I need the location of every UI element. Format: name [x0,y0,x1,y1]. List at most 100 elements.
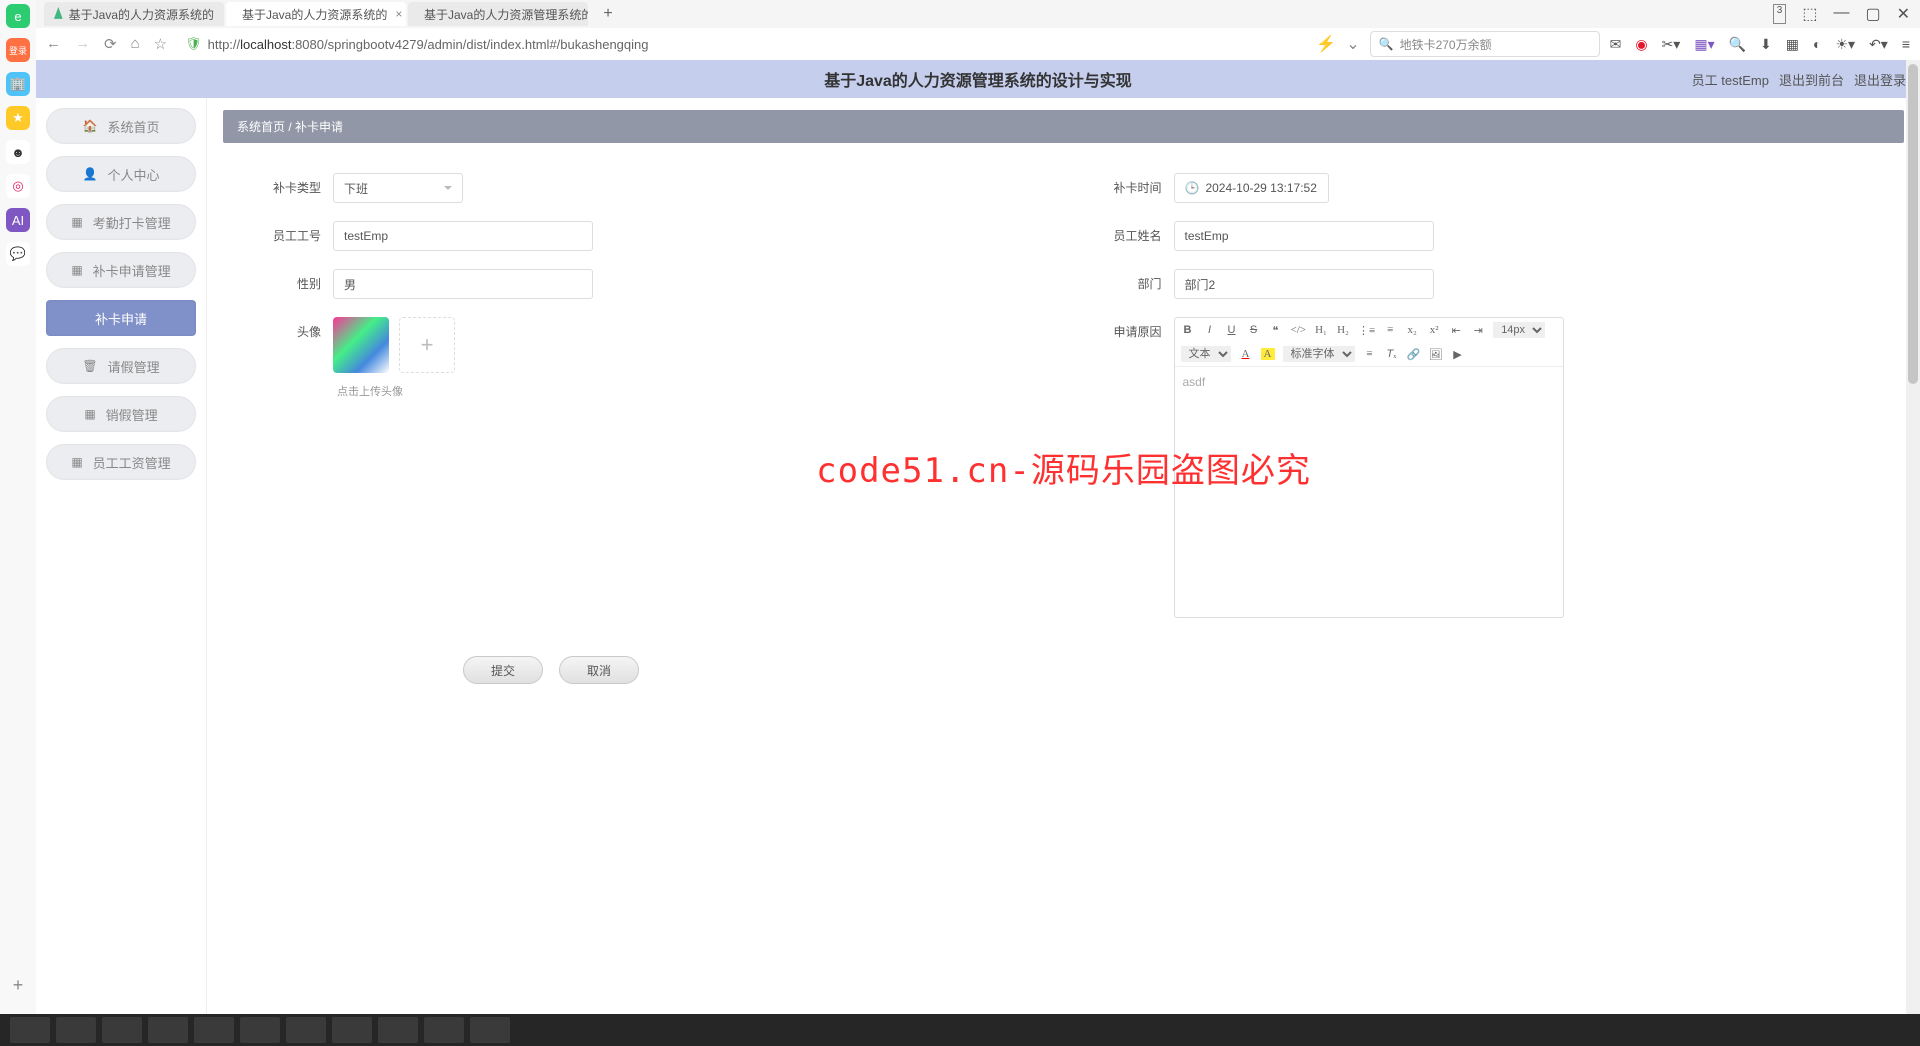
breadcrumb-home[interactable]: 系统首页 [237,120,285,134]
upload-button[interactable]: + [399,317,455,373]
empno-input[interactable]: testEmp [333,221,593,251]
home-icon[interactable]: ⌂ [131,35,140,53]
search-icon[interactable]: 🔍 [1729,36,1746,53]
sidebar-item-salary[interactable]: ▦员工工资管理 [46,444,196,480]
os-icon-2[interactable]: ★ [6,106,30,130]
sidebar-item-cancel-leave[interactable]: ▦销假管理 [46,396,196,432]
taskbar-item[interactable] [470,1017,510,1043]
time-input[interactable]: 🕒2024-10-29 13:17:52 [1174,173,1329,203]
cancel-button[interactable]: 取消 [559,656,639,684]
scrollbar[interactable] [1906,60,1920,1046]
os-icon-login[interactable]: 登录 [6,38,30,62]
sidebar-item-profile[interactable]: 👤个人中心 [46,156,196,192]
h2-icon[interactable]: H₂ [1336,324,1350,336]
editor-body[interactable]: asdf [1175,367,1563,617]
maximize-icon[interactable]: ▢ [1865,4,1880,24]
textcolor-icon[interactable]: A [1239,348,1253,360]
close-icon[interactable]: ✕ [1897,4,1910,24]
sun-icon[interactable]: ☀▾ [1835,36,1855,53]
video-icon[interactable]: ▶ [1451,348,1465,361]
ol-icon[interactable]: ⋮≡ [1358,324,1375,337]
taskbar-item[interactable] [148,1017,188,1043]
image-icon[interactable]: 🖼 [1429,348,1443,361]
sup-icon[interactable]: x² [1427,324,1441,336]
os-icon-6[interactable]: 💬 [6,242,30,266]
dept-input[interactable]: 部门2 [1174,269,1434,299]
extension-icon[interactable]: ⬚ [1802,4,1817,24]
align-icon[interactable]: ≡ [1363,348,1377,360]
taskbar-item[interactable] [194,1017,234,1043]
taskbar-item[interactable] [102,1017,142,1043]
underline-icon[interactable]: U [1225,324,1239,336]
chevron-down-icon[interactable]: ⌄ [1346,34,1359,54]
type-select[interactable]: 下班 [333,173,463,203]
indent-icon[interactable]: ⇤ [1449,324,1463,337]
quote-icon[interactable]: ❝ [1269,324,1283,337]
taskbar-item[interactable] [56,1017,96,1043]
taskbar-item[interactable] [332,1017,372,1043]
menu-icon[interactable]: ≡ [1902,36,1910,52]
link-icon[interactable]: 🔗 [1407,348,1421,361]
new-tab-button[interactable]: + [596,2,620,26]
browser-search[interactable]: 🔍 地铁卡270万余额 [1370,31,1600,57]
sidebar-item-cardreq-mgmt[interactable]: ▦补卡申请管理 [46,252,196,288]
code-icon[interactable]: </> [1291,324,1306,336]
h1-icon[interactable]: H₁ [1314,324,1328,336]
ul-icon[interactable]: ≡ [1383,324,1397,336]
undo-icon[interactable]: ↶▾ [1869,36,1888,53]
empname-input[interactable]: testEmp [1174,221,1434,251]
back-icon[interactable]: ← [46,35,61,53]
texttype-select[interactable]: 文本 [1181,346,1231,362]
scroll-thumb[interactable] [1908,64,1918,384]
sidebar-item-attendance[interactable]: ▦考勤打卡管理 [46,204,196,240]
sidebar-item-leave[interactable]: 🗑请假管理 [46,348,196,384]
submit-button[interactable]: 提交 [463,656,543,684]
os-icon-browser[interactable]: e [6,4,30,28]
os-icon-3[interactable]: ☻ [6,140,30,164]
forward-icon[interactable]: → [75,35,90,53]
color-icon[interactable]: ◐ [1813,36,1821,52]
strike-icon[interactable]: S [1247,324,1261,336]
fontsize-select[interactable]: 14px [1493,322,1545,338]
browser-tab[interactable]: 基于Java的人力资源系统的 [44,2,224,26]
browser-tab[interactable]: 基于Java的人力资源管理系统的 [408,2,588,26]
star-icon[interactable]: ☆ [154,35,167,53]
grid-icon[interactable]: ▦▾ [1694,36,1714,53]
avatar-image[interactable] [333,317,389,373]
os-icon-1[interactable]: 🏢 [6,72,30,96]
reload-icon[interactable]: ⟳ [104,35,117,53]
sidebar-item-home[interactable]: 🏠系统首页 [46,108,196,144]
apps-icon[interactable]: ▦ [1786,36,1799,53]
tab-count-badge[interactable]: 3 [1773,4,1787,24]
outdent-icon[interactable]: ⇥ [1471,324,1485,337]
download-icon[interactable]: ⬇ [1760,36,1772,53]
taskbar-item[interactable] [10,1017,50,1043]
italic-icon[interactable]: I [1203,324,1217,336]
url-input[interactable]: 🛡 http:// localhost :8080/springbootv427… [177,36,1306,52]
qr-icon[interactable]: ⚡ [1316,34,1336,54]
taskbar-item[interactable] [378,1017,418,1043]
clear-icon[interactable]: Tₓ [1385,348,1399,360]
os-icon-5[interactable]: AI [6,208,30,232]
os-icon-4[interactable]: ◎ [6,174,30,198]
close-icon[interactable]: × [395,7,402,21]
taskbar-item[interactable] [424,1017,464,1043]
weibo-icon[interactable]: ◉ [1635,36,1647,53]
font-select[interactable]: 标准字体 [1283,346,1355,362]
mail-icon[interactable]: ✉ [1610,36,1622,53]
bold-icon[interactable]: B [1181,324,1195,336]
minimize-icon[interactable]: — [1833,4,1849,24]
taskbar-item[interactable] [240,1017,280,1043]
time-label: 补卡时间 [1084,173,1174,203]
bgcolor-icon[interactable]: A [1261,348,1275,360]
avatar-label: 头像 [243,317,333,347]
logout-front-link[interactable]: 退出到前台 [1779,70,1844,89]
logout-link[interactable]: 退出登录 [1854,70,1906,89]
taskbar-item[interactable] [286,1017,326,1043]
gender-input[interactable]: 男 [333,269,593,299]
os-add-icon[interactable]: + [13,975,24,996]
sub-icon[interactable]: x₂ [1405,324,1419,336]
sidebar-item-cardreq[interactable]: 补卡申请 [46,300,196,336]
scissors-icon[interactable]: ✂▾ [1662,36,1681,53]
browser-tab[interactable]: 基于Java的人力资源系统的 × [226,2,406,26]
